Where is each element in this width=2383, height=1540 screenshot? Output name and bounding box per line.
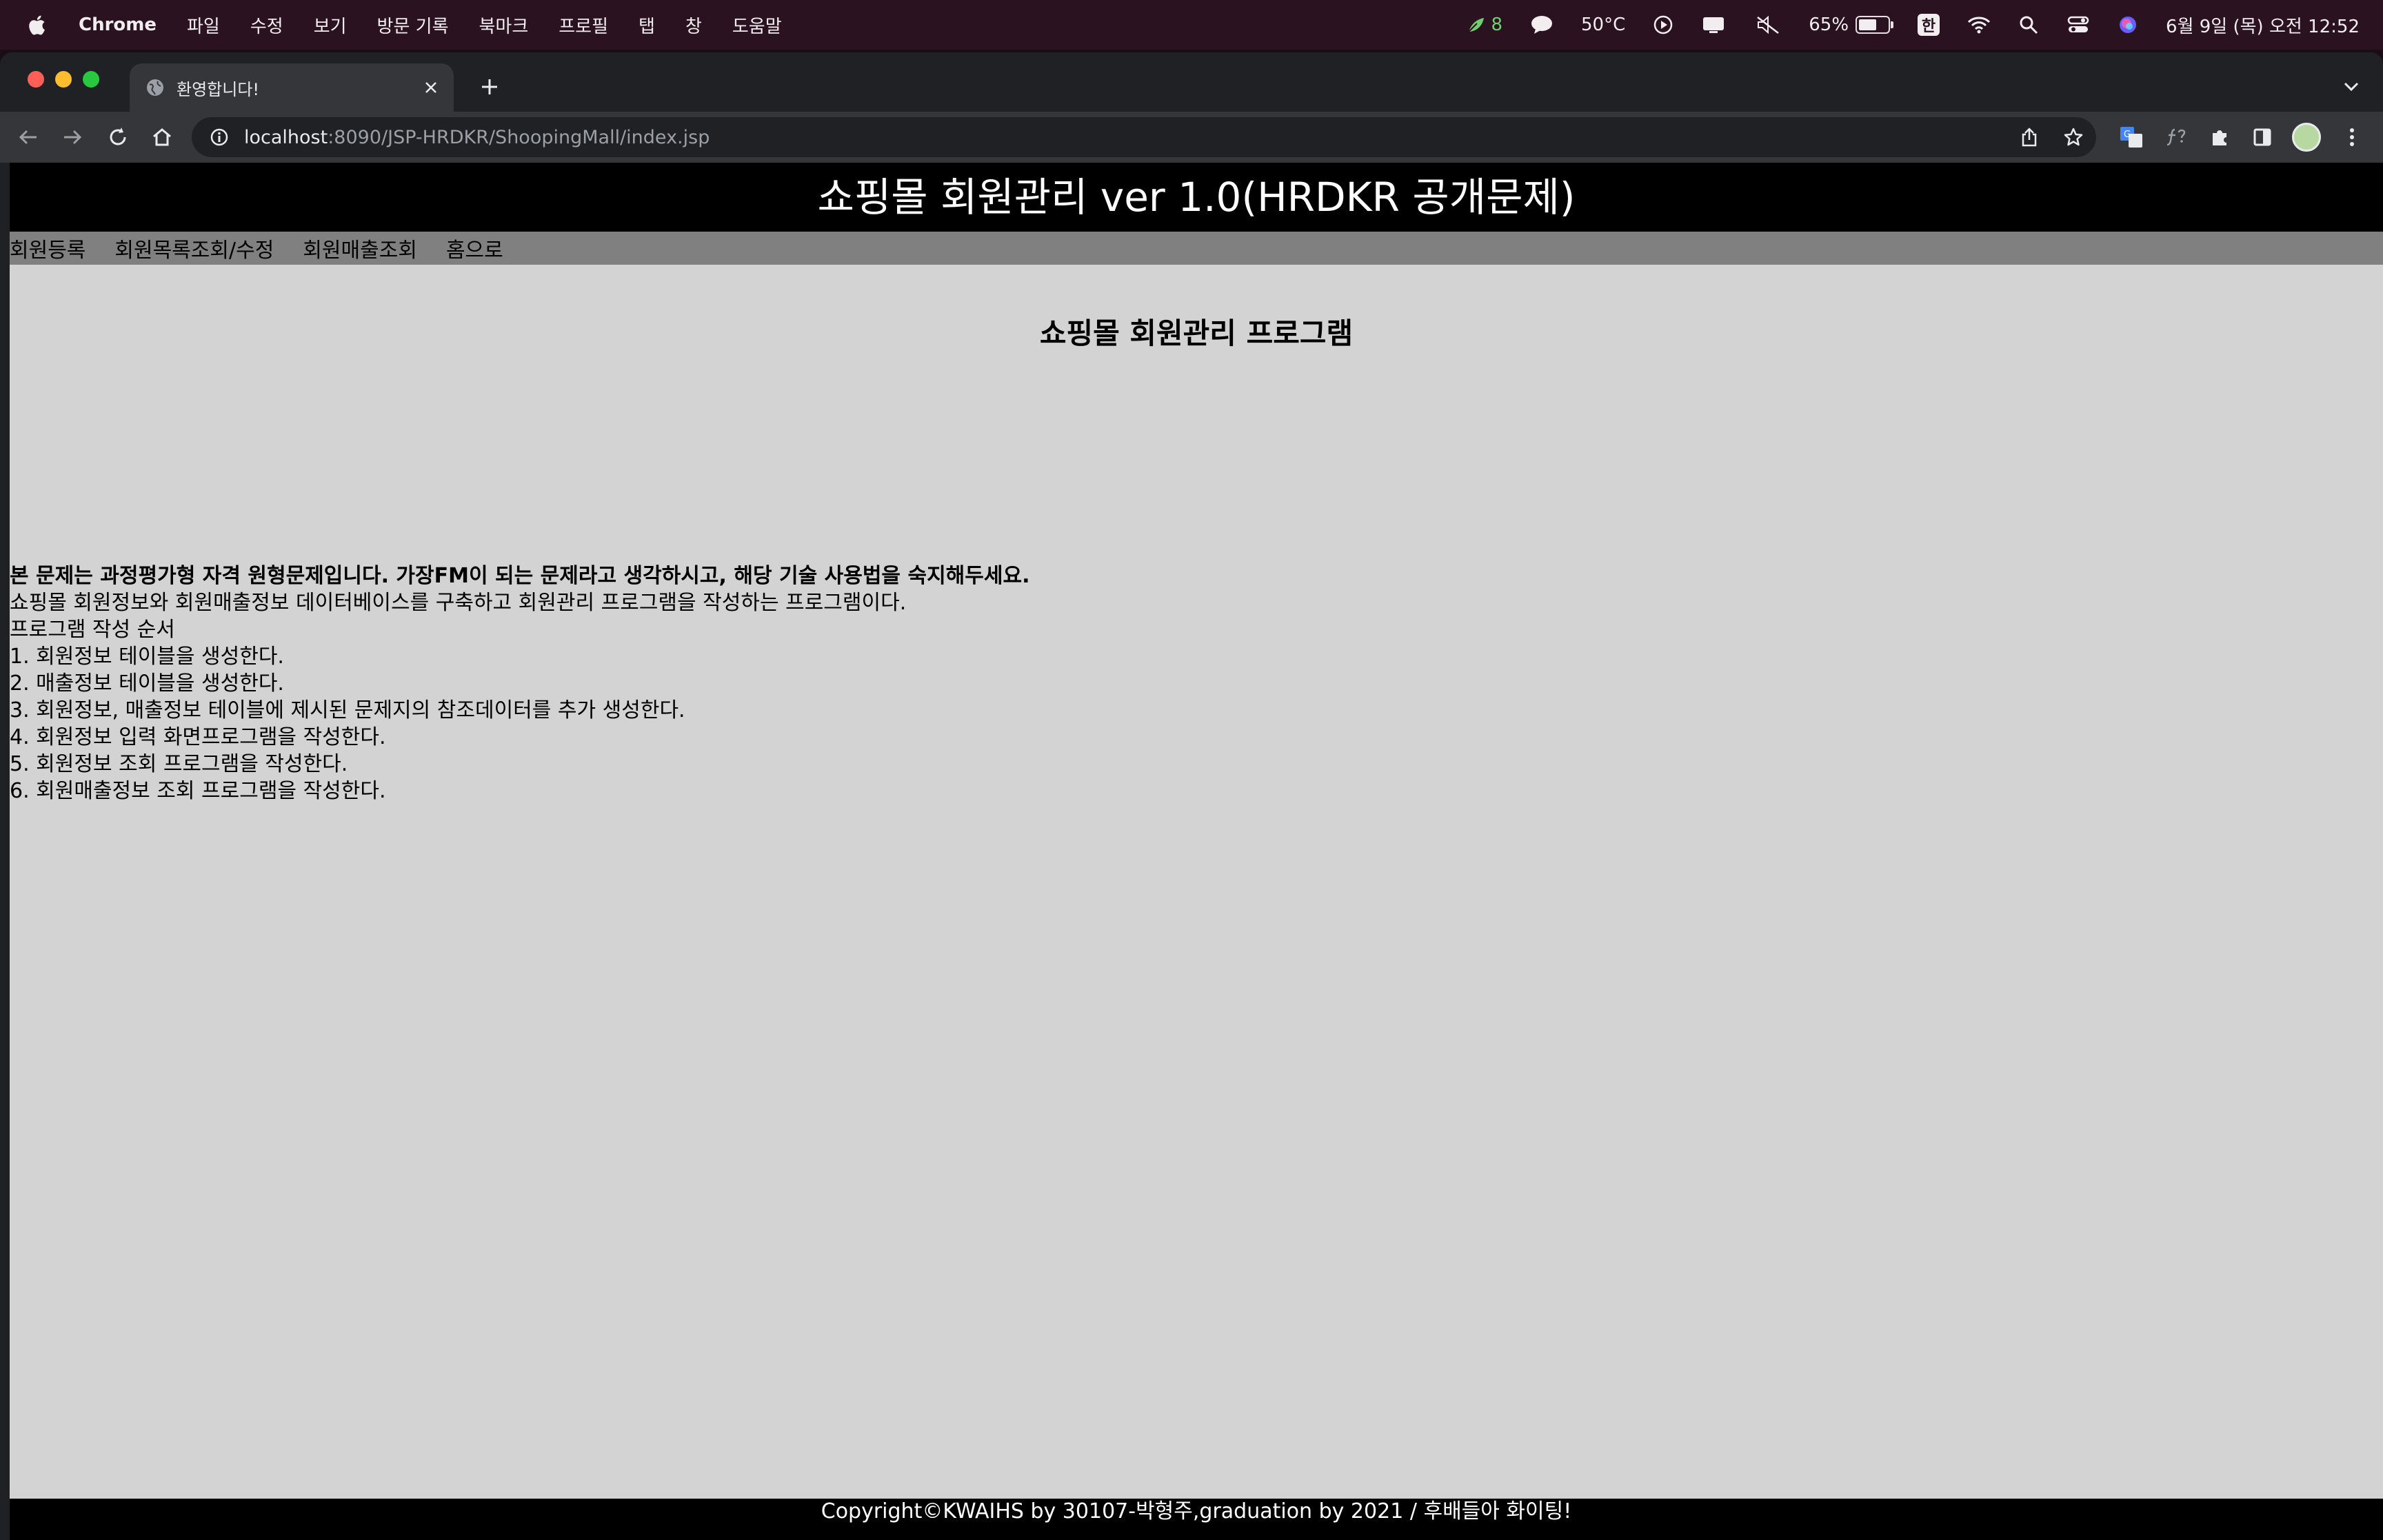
intro-line: 6. 회원매출정보 조회 프로그램을 작성한다. bbox=[10, 779, 386, 803]
intro-line: 프로그램 작성 순서 bbox=[10, 618, 175, 642]
forward-icon[interactable] bbox=[57, 121, 88, 153]
leaf-status-item[interactable]: 8 bbox=[1466, 14, 1502, 35]
font-extension-icon[interactable] bbox=[2160, 121, 2191, 153]
clock[interactable]: 6월 9일 (목) 오전 12:52 bbox=[2166, 12, 2360, 38]
url-text[interactable]: localhost:8090/JSP-HRDKR/ShoopingMall/in… bbox=[244, 127, 710, 148]
back-icon[interactable] bbox=[12, 121, 44, 153]
profile-avatar[interactable] bbox=[2291, 121, 2322, 153]
menu-window[interactable]: 창 bbox=[685, 12, 702, 38]
nav-member-register[interactable]: 회원등록 bbox=[10, 233, 86, 263]
chat-icon[interactable] bbox=[1530, 14, 1554, 35]
control-center-icon[interactable] bbox=[2067, 14, 2090, 35]
wifi-icon[interactable] bbox=[1967, 15, 1991, 34]
translate-icon[interactable]: G bbox=[2115, 121, 2147, 153]
spotlight-search-icon[interactable] bbox=[2018, 14, 2039, 35]
more-menu-icon[interactable] bbox=[2336, 121, 2368, 153]
intro-line: 3. 회원정보, 매출정보 테이블에 제시된 문제지의 참조데이터를 추가 생성… bbox=[10, 698, 685, 722]
tab-title: 환영합니다! bbox=[177, 79, 260, 99]
display-icon[interactable] bbox=[1701, 14, 1727, 35]
intro-text: 본 문제는 과정평가형 자격 원형문제입니다. 가장FM이 되는 문제라고 생각… bbox=[10, 563, 1029, 804]
nav-member-list[interactable]: 회원목록조회/수정 bbox=[114, 233, 274, 263]
browser-window: 환영합니다! localhost:8090/JSP-HRDKR/Shooping… bbox=[0, 52, 2383, 1540]
intro-notice: 본 문제는 과정평가형 자격 원형문제입니다. 가장FM이 되는 문제라고 생각… bbox=[10, 564, 1030, 588]
avatar-image bbox=[2292, 123, 2321, 152]
intro-line: 4. 회원정보 입력 화면프로그램을 작성한다. bbox=[10, 725, 386, 749]
intro-line: 쇼핑몰 회원정보와 회원매출정보 데이터베이스를 구축하고 회원관리 프로그램을… bbox=[10, 591, 907, 615]
site-header: 쇼핑몰 회원관리 ver 1.0(HRDKR 공개문제) bbox=[10, 163, 2383, 232]
intro-line: 5. 회원정보 조회 프로그램을 작성한다. bbox=[10, 752, 348, 776]
intro-line: 1. 회원정보 테이블을 생성한다. bbox=[10, 645, 284, 669]
battery-status[interactable]: 65% bbox=[1809, 14, 1894, 35]
zoom-window-button[interactable] bbox=[83, 71, 99, 88]
tab-close-icon[interactable] bbox=[421, 77, 441, 98]
site-nav: 회원등록 회원목록조회/수정 회원매출조회 홈으로 bbox=[10, 232, 2383, 265]
reload-icon[interactable] bbox=[102, 121, 134, 153]
close-window-button[interactable] bbox=[28, 71, 44, 88]
url-host: localhost bbox=[244, 126, 328, 148]
side-panel-icon[interactable] bbox=[2246, 121, 2278, 153]
omnibox-actions bbox=[2001, 117, 2089, 157]
siri-icon[interactable] bbox=[2118, 14, 2138, 35]
menu-help[interactable]: 도움말 bbox=[732, 12, 782, 38]
battery-percent: 65% bbox=[1809, 14, 1849, 35]
menu-history[interactable]: 방문 기록 bbox=[377, 12, 449, 38]
main-section: 쇼핑몰 회원관리 프로그램 본 문제는 과정평가형 자격 원형문제입니다. 가장… bbox=[10, 265, 2383, 1499]
new-tab-icon[interactable] bbox=[476, 73, 503, 101]
battery-fill bbox=[1859, 19, 1876, 30]
chevron-down-icon[interactable] bbox=[2337, 73, 2365, 101]
status-area: 8 50°C 65% 한 6월 9일 (목) 오전 12:52 bbox=[1438, 0, 2360, 50]
menu-file[interactable]: 파일 bbox=[187, 12, 220, 38]
battery-icon bbox=[1856, 16, 1894, 34]
mute-icon[interactable] bbox=[1755, 14, 1781, 35]
input-source-icon[interactable]: 한 bbox=[1918, 14, 1940, 36]
site-footer: Copyright©KWAIHS by 30107-박형주,graduation… bbox=[10, 1499, 2383, 1540]
info-icon[interactable] bbox=[208, 126, 230, 148]
nav-home[interactable]: 홈으로 bbox=[446, 233, 503, 263]
temperature-readout[interactable]: 50°C bbox=[1581, 14, 1625, 35]
address-bar[interactable]: localhost:8090/JSP-HRDKR/ShoopingMall/in… bbox=[192, 117, 2096, 157]
page-title: 쇼핑몰 회원관리 프로그램 bbox=[1039, 316, 1354, 350]
tab-active[interactable]: 환영합니다! bbox=[130, 63, 454, 112]
menu-tab[interactable]: 탭 bbox=[639, 12, 655, 38]
leaf-count: 8 bbox=[1491, 14, 1502, 35]
share-icon[interactable] bbox=[2013, 121, 2045, 153]
url-path: :8090/JSP-HRDKR/ShoopingMall/index.jsp bbox=[328, 126, 710, 148]
menu-bookmarks[interactable]: 북마크 bbox=[479, 12, 529, 38]
menu-profiles[interactable]: 프로필 bbox=[559, 12, 608, 38]
page-viewport: 쇼핑몰 회원관리 ver 1.0(HRDKR 공개문제) 회원등록 회원목록조회… bbox=[10, 163, 2383, 1540]
app-menu-chrome[interactable]: Chrome bbox=[79, 14, 157, 35]
menu-bar: Chrome 파일 수정 보기 방문 기록 북마크 프로필 탭 창 도움말 8 … bbox=[0, 0, 2383, 50]
home-icon[interactable] bbox=[146, 121, 178, 153]
menu-edit[interactable]: 수정 bbox=[250, 12, 283, 38]
bookmark-star-icon[interactable] bbox=[2058, 121, 2089, 153]
leaf-icon bbox=[1468, 18, 1485, 32]
globe-icon bbox=[145, 77, 165, 98]
menu-view[interactable]: 보기 bbox=[314, 12, 347, 38]
nav-member-sales[interactable]: 회원매출조회 bbox=[303, 233, 417, 263]
play-icon[interactable] bbox=[1653, 14, 1673, 35]
browser-toolbar: localhost:8090/JSP-HRDKR/ShoopingMall/in… bbox=[0, 112, 2383, 163]
extensions-puzzle-icon[interactable] bbox=[2204, 121, 2235, 153]
intro-line: 2. 매출정보 테이블을 생성한다. bbox=[10, 671, 284, 696]
tab-strip: 환영합니다! bbox=[0, 52, 2383, 112]
minimize-window-button[interactable] bbox=[55, 71, 72, 88]
apple-icon[interactable] bbox=[26, 13, 47, 37]
svg-text:G: G bbox=[2124, 130, 2131, 140]
